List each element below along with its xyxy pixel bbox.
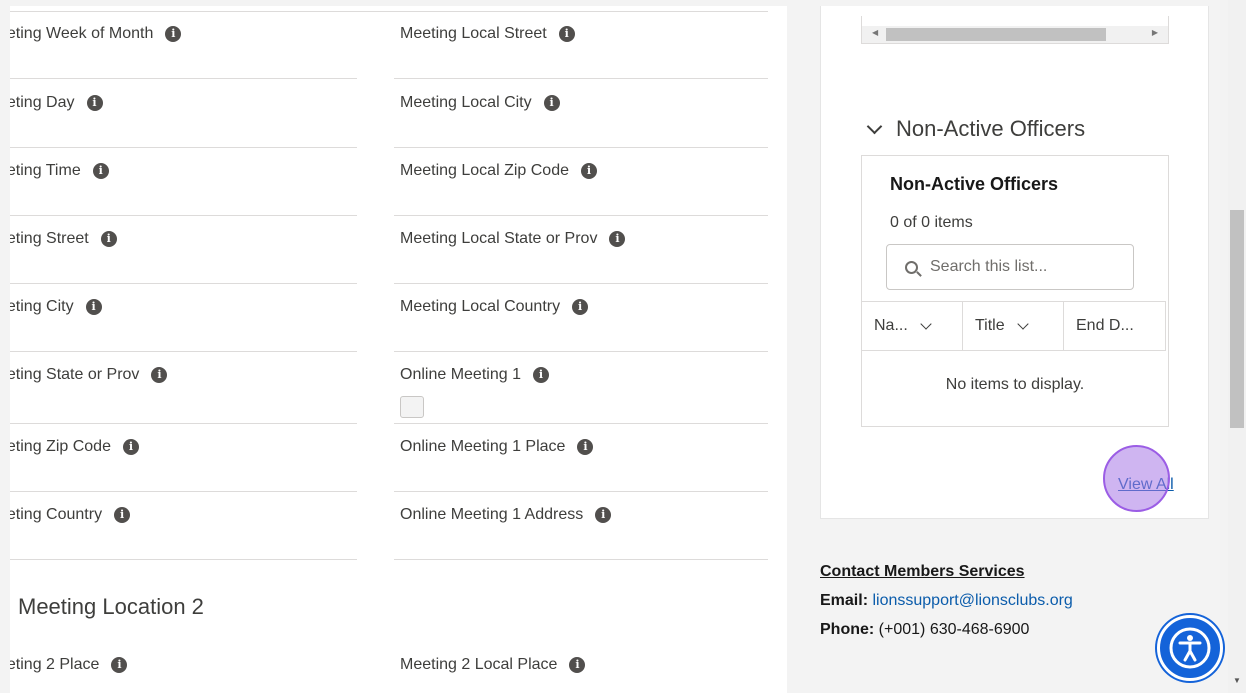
field-meeting-week-of-month: eeting Week of Month i: [10, 11, 357, 79]
field-online-meeting-1: Online Meeting 1 i: [394, 352, 768, 424]
related-officers-card: ◀ ▶ Non-Active Officers Non-Active Offic…: [820, 6, 1209, 519]
field-meeting-day: eeting Day i: [10, 80, 357, 148]
info-icon[interactable]: i: [85, 299, 102, 315]
record-detail-panel: eeting Week of Month i eeting Day i eeting…: [10, 6, 787, 693]
field-meeting-local-country: Meeting Local Country i: [394, 284, 768, 352]
list-item-count: 0 of 0 items: [890, 214, 973, 231]
phone-number: (+001) 630-468-6900: [878, 621, 1030, 638]
non-active-officers-list: Non-Active Officers 0 of 0 items Search …: [861, 155, 1169, 427]
field-label: Meeting Local City: [400, 94, 532, 111]
info-icon[interactable]: i: [114, 507, 131, 523]
field-label: Online Meeting 1: [400, 366, 521, 383]
field-label: eeting Country: [10, 506, 103, 523]
field-meeting-state-or-prov: eeting State or Prov i: [10, 352, 357, 424]
scrollbar-thumb[interactable]: [1230, 210, 1244, 428]
contact-heading[interactable]: Contact Members Services: [820, 557, 1073, 586]
list-title: Non-Active Officers: [890, 174, 1059, 194]
field-meeting-time: eeting Time i: [10, 148, 357, 216]
field-label: Meeting Local Street: [400, 25, 547, 42]
column-header-name[interactable]: Na...: [862, 302, 963, 350]
contact-phone-row: Phone: (+001) 630-468-6900: [820, 615, 1073, 644]
scrollbar-thumb[interactable]: [886, 28, 1106, 41]
contact-members-services: Contact Members Services Email: lionssup…: [820, 557, 1073, 644]
info-icon[interactable]: i: [580, 163, 597, 179]
field-meeting-local-state-or-prov: Meeting Local State or Prov i: [394, 216, 768, 284]
search-icon: [905, 260, 918, 274]
scroll-down-icon[interactable]: ▼: [1233, 676, 1241, 685]
column-label: Title: [975, 317, 1005, 334]
info-icon[interactable]: i: [577, 439, 594, 455]
column-label: Na...: [874, 317, 908, 334]
info-icon[interactable]: i: [165, 26, 182, 42]
column-header-title[interactable]: Title: [963, 302, 1064, 350]
search-placeholder: Search this list...: [930, 258, 1048, 275]
info-icon[interactable]: i: [543, 95, 560, 111]
field-label: eeting Time: [10, 162, 81, 179]
scroll-left-icon[interactable]: ◀: [872, 28, 878, 37]
scroll-right-icon[interactable]: ▶: [1152, 28, 1158, 37]
field-meeting-2-place: eeting 2 Place i: [10, 642, 357, 693]
chevron-down-icon: [920, 317, 932, 330]
field-meeting-2-local-place: Meeting 2 Local Place i: [394, 642, 768, 693]
field-online-meeting-1-place: Online Meeting 1 Place i: [394, 424, 768, 492]
field-label: Online Meeting 1 Address: [400, 506, 584, 523]
table-horizontal-scrollbar[interactable]: ◀ ▶: [861, 16, 1169, 44]
online-meeting-1-checkbox: [400, 396, 424, 418]
chevron-down-icon: [1016, 317, 1029, 330]
field-label: Meeting Local Country: [400, 298, 561, 315]
email-link[interactable]: lionssupport@lionsclubs.org: [872, 592, 1072, 609]
info-icon[interactable]: i: [151, 367, 168, 383]
info-icon[interactable]: i: [532, 367, 549, 383]
search-input[interactable]: Search this list...: [886, 244, 1134, 290]
field-meeting-country: eeting Country i: [10, 492, 357, 560]
field-meeting-street: eeting Street i: [10, 216, 357, 284]
field-label: eeting Day: [10, 94, 75, 111]
accessibility-icon: [1169, 627, 1211, 669]
field-label: eeting Week of Month: [10, 25, 154, 42]
section-title-meeting-location-2: Meeting Location 2: [18, 594, 204, 619]
info-icon[interactable]: i: [595, 507, 612, 523]
info-icon[interactable]: i: [92, 163, 109, 179]
field-label: Online Meeting 1 Place: [400, 438, 566, 455]
contact-email-row: Email: lionssupport@lionsclubs.org: [820, 586, 1073, 615]
info-icon[interactable]: i: [86, 95, 103, 111]
info-icon[interactable]: i: [569, 657, 586, 673]
info-icon[interactable]: i: [609, 231, 626, 247]
field-label: Meeting Local State or Prov: [400, 230, 598, 247]
page-vertical-scrollbar[interactable]: ▼: [1228, 0, 1246, 693]
field-label: Meeting 2 Local Place: [400, 656, 558, 673]
info-icon[interactable]: i: [572, 299, 589, 315]
field-meeting-local-street: Meeting Local Street i: [394, 11, 768, 79]
field-label: Meeting Local Zip Code: [400, 162, 569, 179]
accordion-label: Non-Active Officers: [896, 116, 1086, 141]
field-label: eeting State or Prov: [10, 366, 140, 383]
column-label: End D...: [1076, 317, 1134, 334]
empty-state-text: No items to display.: [945, 376, 1085, 393]
info-icon[interactable]: i: [122, 439, 139, 455]
field-label: eeting 2 Place: [10, 656, 100, 673]
column-header-end-date[interactable]: End D...: [1064, 302, 1166, 350]
phone-label: Phone:: [820, 621, 875, 638]
chevron-down-icon: [866, 118, 883, 134]
field-label: eeting City: [10, 298, 74, 315]
field-meeting-city: eeting City i: [10, 284, 357, 352]
info-icon[interactable]: i: [111, 657, 128, 673]
field-label: eeting Zip Code: [10, 438, 111, 455]
info-icon[interactable]: i: [558, 26, 575, 42]
field-meeting-local-zip-code: Meeting Local Zip Code i: [394, 148, 768, 216]
table-header: Na... Title End D...: [862, 301, 1166, 351]
accordion-non-active-officers[interactable]: Non-Active Officers: [865, 116, 1085, 142]
view-all-link[interactable]: View All: [1118, 476, 1174, 494]
info-icon[interactable]: i: [100, 231, 117, 247]
field-online-meeting-1-address: Online Meeting 1 Address i: [394, 492, 768, 560]
field-meeting-zip-code: eeting Zip Code i: [10, 424, 357, 492]
accessibility-button[interactable]: [1157, 615, 1223, 681]
field-label: eeting Street: [10, 230, 89, 247]
field-meeting-local-city: Meeting Local City i: [394, 80, 768, 148]
email-label: Email:: [820, 592, 869, 609]
